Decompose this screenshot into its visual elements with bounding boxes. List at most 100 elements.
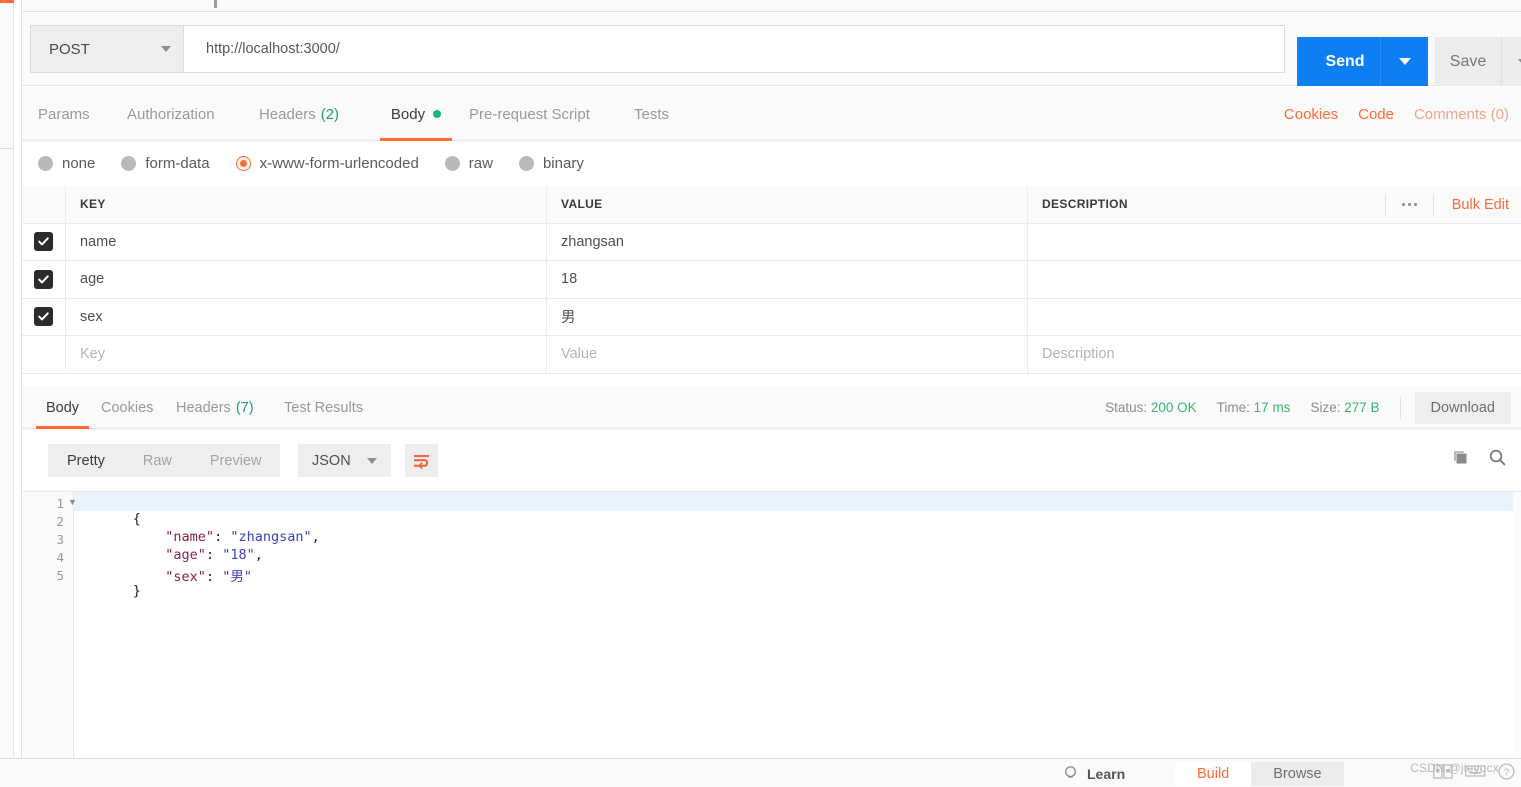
header-cell-key: KEY bbox=[66, 186, 547, 223]
status-bar: Learn Build Browse ? CSDN @jieyucx bbox=[0, 758, 1521, 787]
tab-headers[interactable]: Headers (2) bbox=[259, 87, 339, 141]
response-tab-body[interactable]: Body bbox=[36, 386, 89, 429]
header-cell-description: DESCRIPTION Bulk Edit bbox=[1028, 186, 1521, 223]
watermark-text: CSDN @jieyucx bbox=[1410, 761, 1499, 775]
time-badge: Time: 17 ms bbox=[1217, 400, 1291, 415]
table-row[interactable]: age 18 bbox=[22, 261, 1521, 299]
active-tab-underline bbox=[36, 426, 89, 429]
body-type-form-data-label: form-data bbox=[145, 154, 210, 172]
more-options-icon[interactable] bbox=[1384, 193, 1434, 216]
response-tab-test-results-label: Test Results bbox=[284, 399, 363, 416]
response-view-mode-group: Pretty Raw Preview bbox=[48, 444, 281, 477]
save-button[interactable]: Save bbox=[1435, 37, 1501, 86]
bulk-edit-link[interactable]: Bulk Edit bbox=[1434, 197, 1509, 213]
body-type-form-data[interactable]: form-data bbox=[121, 154, 210, 172]
row-description-cell[interactable] bbox=[1028, 299, 1521, 336]
response-tab-headers-label: Headers bbox=[176, 399, 231, 416]
body-type-urlencoded[interactable]: x-www-form-urlencoded bbox=[235, 155, 419, 172]
send-button[interactable]: Send bbox=[1297, 37, 1393, 86]
url-input-value: http://localhost:3000/ bbox=[206, 41, 340, 57]
response-section-tabs: Body Cookies Headers (7) Test Results St… bbox=[22, 386, 1521, 429]
response-body-editor[interactable]: 1 ▼ 2 3 4 5 { "name": "zhangsan", "age":… bbox=[22, 491, 1521, 758]
row-key-cell[interactable]: age bbox=[66, 261, 547, 298]
row-value-cell[interactable]: 男 bbox=[547, 298, 1028, 335]
table-new-row[interactable]: Key Value Description bbox=[22, 336, 1521, 374]
word-wrap-icon bbox=[414, 455, 429, 469]
row-description-cell[interactable] bbox=[1028, 261, 1521, 298]
save-options-button[interactable] bbox=[1501, 37, 1521, 86]
row-value-cell[interactable]: 18 bbox=[547, 261, 1028, 298]
code-token: "男" bbox=[222, 569, 252, 585]
code-fold-icon[interactable]: ▼ bbox=[68, 497, 77, 507]
view-mode-raw[interactable]: Raw bbox=[124, 444, 191, 477]
response-format-selector[interactable]: JSON bbox=[298, 444, 391, 477]
code-token: } bbox=[132, 583, 141, 599]
cookies-link[interactable]: Cookies bbox=[1284, 106, 1338, 123]
row-checkbox-cell[interactable] bbox=[22, 261, 66, 298]
search-icon[interactable] bbox=[1488, 448, 1507, 472]
footer-mode-build[interactable]: Build bbox=[1175, 762, 1252, 786]
row-value-value: 男 bbox=[561, 310, 576, 327]
size-label: Size: bbox=[1310, 400, 1341, 415]
new-row-description-input[interactable]: Description bbox=[1028, 336, 1521, 373]
rail-accent-bar bbox=[0, 0, 14, 3]
tab-tests[interactable]: Tests bbox=[634, 87, 669, 141]
url-input[interactable]: http://localhost:3000/ bbox=[183, 25, 1285, 73]
view-mode-preview[interactable]: Preview bbox=[191, 444, 281, 477]
footer-mode-browse[interactable]: Browse bbox=[1251, 762, 1343, 786]
svg-text:?: ? bbox=[1504, 767, 1510, 778]
active-line-highlight bbox=[22, 492, 1521, 511]
http-method-selector[interactable]: POST bbox=[30, 25, 183, 73]
view-mode-pretty[interactable]: Pretty bbox=[48, 444, 124, 477]
editor-vertical-scrollbar[interactable] bbox=[1513, 492, 1521, 758]
header-cell-checkbox bbox=[22, 186, 66, 223]
tab-authorization-label: Authorization bbox=[127, 105, 215, 123]
size-badge: Size: 277 B bbox=[1310, 400, 1379, 415]
response-body-icons bbox=[1451, 448, 1507, 472]
copy-icon[interactable] bbox=[1451, 448, 1470, 472]
body-type-raw[interactable]: raw bbox=[444, 155, 493, 172]
row-value-value: zhangsan bbox=[561, 233, 624, 250]
tab-body[interactable]: Body bbox=[380, 87, 452, 141]
send-options-button[interactable] bbox=[1380, 37, 1428, 86]
request-tab-strip bbox=[22, 0, 1521, 12]
row-key-cell[interactable]: sex bbox=[66, 298, 547, 335]
tab-pre-request-script[interactable]: Pre-request Script bbox=[469, 87, 590, 141]
new-row-value-input[interactable]: Value bbox=[547, 336, 1028, 373]
row-checkbox-cell[interactable] bbox=[22, 298, 66, 335]
checkbox-checked-icon[interactable] bbox=[34, 269, 53, 289]
footer-mode-switch: Build Browse bbox=[1175, 762, 1344, 786]
tab-params[interactable]: Params bbox=[38, 87, 90, 141]
tab-authorization[interactable]: Authorization bbox=[127, 87, 215, 141]
response-tab-test-results[interactable]: Test Results bbox=[284, 386, 363, 429]
new-row-description-placeholder: Description bbox=[1042, 346, 1115, 363]
row-description-cell[interactable] bbox=[1028, 224, 1521, 261]
line-number: 1 bbox=[56, 496, 64, 511]
word-wrap-button[interactable] bbox=[405, 444, 438, 477]
checkbox-checked-icon[interactable] bbox=[34, 232, 53, 252]
header-cell-value: VALUE bbox=[547, 186, 1028, 223]
form-data-table: KEY VALUE DESCRIPTION Bulk Edit name zha… bbox=[22, 186, 1521, 374]
response-tab-headers[interactable]: Headers (7) bbox=[176, 386, 254, 429]
header-description-label: DESCRIPTION bbox=[1042, 197, 1128, 212]
download-button[interactable]: Download bbox=[1414, 391, 1511, 424]
row-key-cell[interactable]: name bbox=[66, 223, 547, 260]
body-type-binary[interactable]: binary bbox=[518, 155, 584, 172]
table-row[interactable]: sex 男 bbox=[22, 298, 1521, 336]
response-tab-cookies-label: Cookies bbox=[101, 399, 154, 416]
table-row[interactable]: name zhangsan bbox=[22, 223, 1521, 261]
response-toolbar: Pretty Raw Preview JSON bbox=[22, 430, 1521, 490]
checkbox-checked-icon[interactable] bbox=[34, 307, 53, 327]
body-type-none[interactable]: none bbox=[38, 155, 95, 172]
comments-link[interactable]: Comments (0) bbox=[1414, 106, 1509, 123]
new-row-key-input[interactable]: Key bbox=[66, 336, 547, 373]
code-link[interactable]: Code bbox=[1358, 106, 1394, 123]
status-badge: Status: 200 OK bbox=[1105, 400, 1197, 415]
row-checkbox-cell[interactable] bbox=[22, 223, 66, 260]
help-icon[interactable]: ? bbox=[1498, 762, 1515, 785]
learn-button[interactable]: Learn bbox=[1063, 759, 1125, 787]
row-value-cell[interactable]: zhangsan bbox=[547, 223, 1028, 260]
new-row-key-placeholder: Key bbox=[80, 346, 105, 363]
table-header-row: KEY VALUE DESCRIPTION Bulk Edit bbox=[22, 186, 1521, 224]
response-tab-cookies[interactable]: Cookies bbox=[101, 386, 153, 429]
